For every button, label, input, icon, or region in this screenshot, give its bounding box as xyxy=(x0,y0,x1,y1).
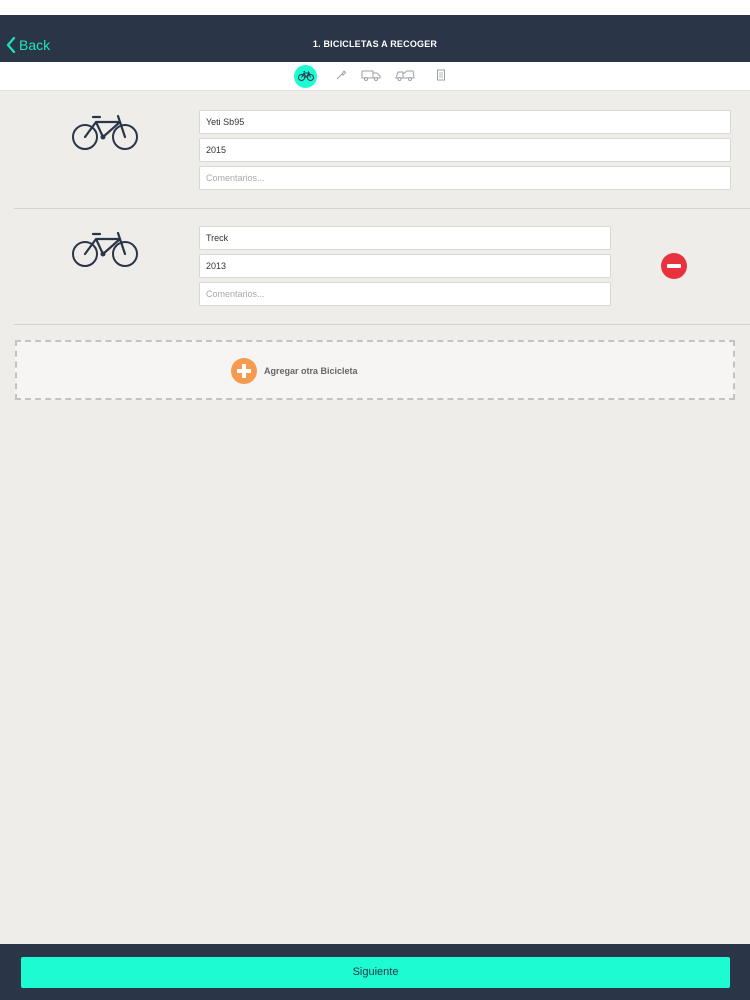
plus-icon xyxy=(231,358,257,384)
bike-year-field[interactable] xyxy=(199,254,611,278)
bicycle-icon xyxy=(72,229,138,274)
footer-bar: Siguiente xyxy=(0,944,750,1000)
add-bike-button[interactable]: Agregar otra Bicicleta xyxy=(15,340,735,400)
bicycle-icon xyxy=(297,68,314,86)
step-pickup[interactable] xyxy=(359,65,382,88)
bike-year-field[interactable] xyxy=(199,138,731,162)
bike-comments-field[interactable] xyxy=(199,166,731,190)
bicycle-icon xyxy=(72,112,138,157)
step-delivery[interactable] xyxy=(393,65,416,88)
bike-model-field[interactable] xyxy=(199,226,611,250)
remove-bike-button[interactable] xyxy=(661,253,687,279)
add-bike-label: Agregar otra Bicicleta xyxy=(264,366,358,376)
bike-comments-field[interactable] xyxy=(199,282,611,306)
step-service[interactable] xyxy=(329,65,352,88)
navigation-bar: Back 1. BICICLETAS A RECOGER xyxy=(0,15,750,62)
divider xyxy=(14,208,750,209)
status-bar xyxy=(0,0,750,15)
page-title: 1. BICICLETAS A RECOGER xyxy=(312,39,438,49)
next-button[interactable]: Siguiente xyxy=(21,957,730,988)
delivery-truck-icon xyxy=(394,68,415,86)
step-bicycle[interactable] xyxy=(294,65,317,88)
wrench-icon xyxy=(335,68,347,86)
step-indicator xyxy=(0,62,750,91)
divider xyxy=(14,324,750,325)
bike-model-field[interactable] xyxy=(199,110,731,134)
receipt-icon xyxy=(436,68,446,86)
truck-icon xyxy=(361,68,381,86)
step-summary[interactable] xyxy=(429,65,452,88)
